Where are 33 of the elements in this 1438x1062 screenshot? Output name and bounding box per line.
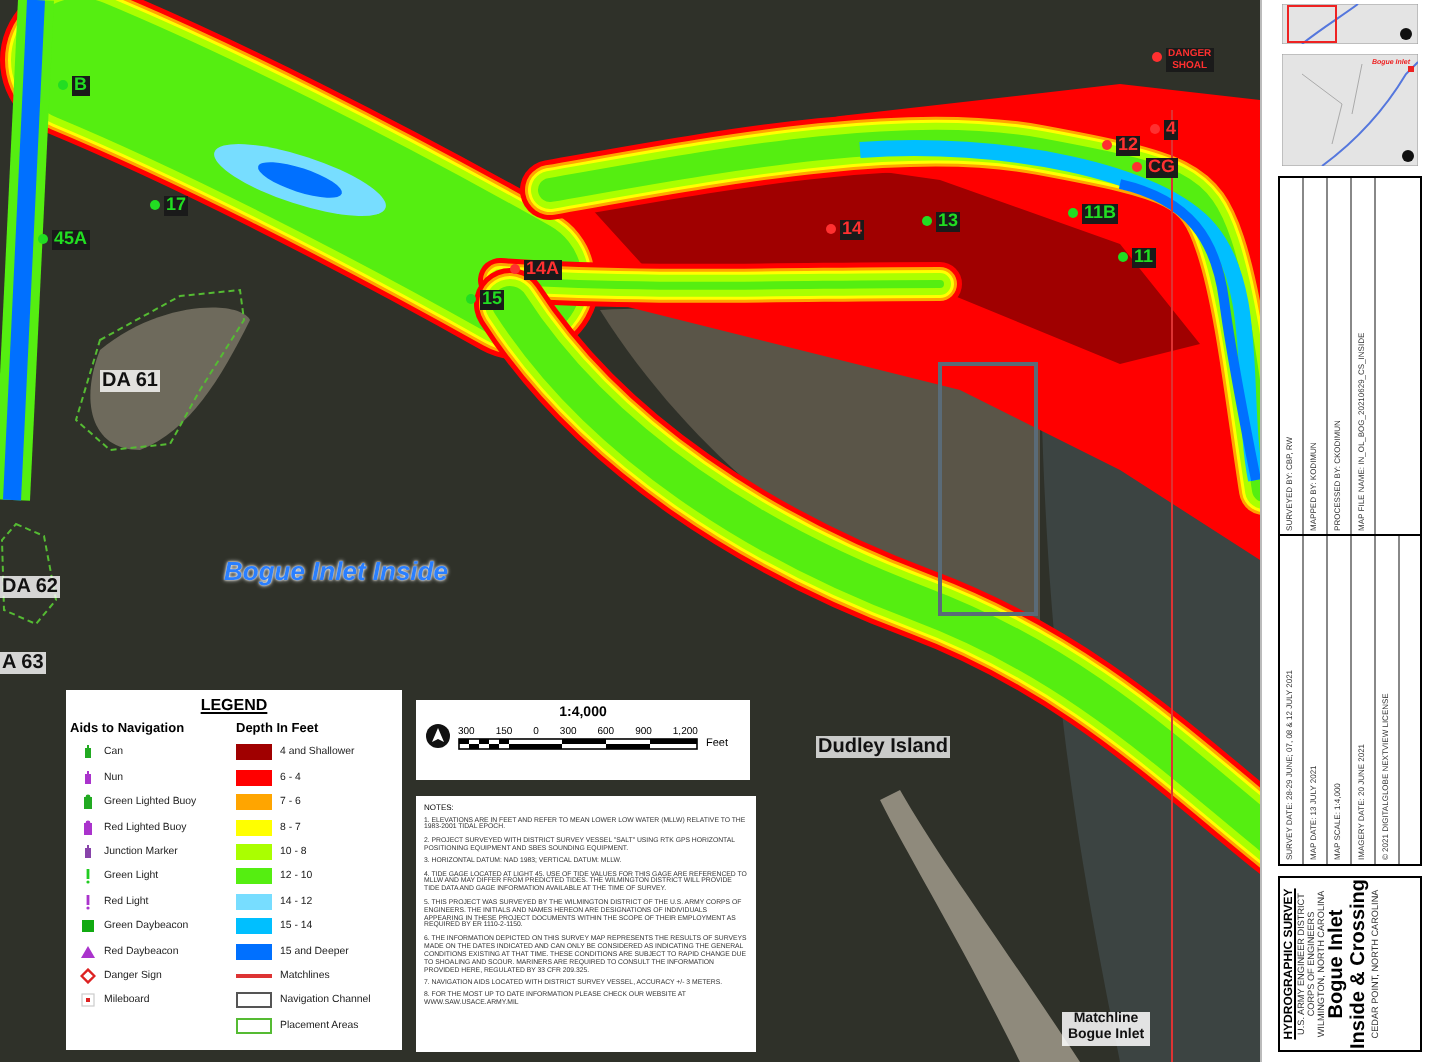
locator-map [1282,54,1418,166]
island-label: Dudley Island [816,736,951,758]
area-label: DA 61 [100,370,160,392]
marker-label: 14 [840,220,865,240]
square-dot-icon [80,992,96,1009]
buoy-icon [80,744,96,761]
legend-title: LEGEND [198,696,270,714]
buoy-icon [80,794,96,811]
buoy-icon [80,819,96,836]
buoy-icon [80,769,96,786]
marker-label: 4 [1164,120,1179,140]
map-title: Inside & Crossing [1348,878,1371,1049]
triangle-icon [80,943,96,960]
marker-label: 17 [164,196,189,216]
marker-label: 11B [1082,204,1119,224]
map-title: Bogue Inlet [1326,909,1349,1019]
marker-label: 15 [480,290,505,310]
marker-label: 12 [1116,136,1141,156]
locator-map [1282,4,1418,44]
area-label: DA 62 [0,576,60,598]
area-label: A 63 [0,652,46,674]
marker-label: CG [1146,158,1177,178]
marker-label: 14A [524,260,562,280]
north-arrow-icon [426,724,450,748]
diamond-icon [80,967,96,984]
buoy-icon [80,843,96,860]
marker-label: 13 [936,212,961,232]
marker-label: B [72,76,89,96]
placement-area-outline [1,522,58,626]
water-label: Bogue Inlet Inside [224,556,448,586]
square-icon [80,918,96,935]
marker-label: 11 [1132,248,1156,268]
marker-label: 45A [52,230,90,250]
